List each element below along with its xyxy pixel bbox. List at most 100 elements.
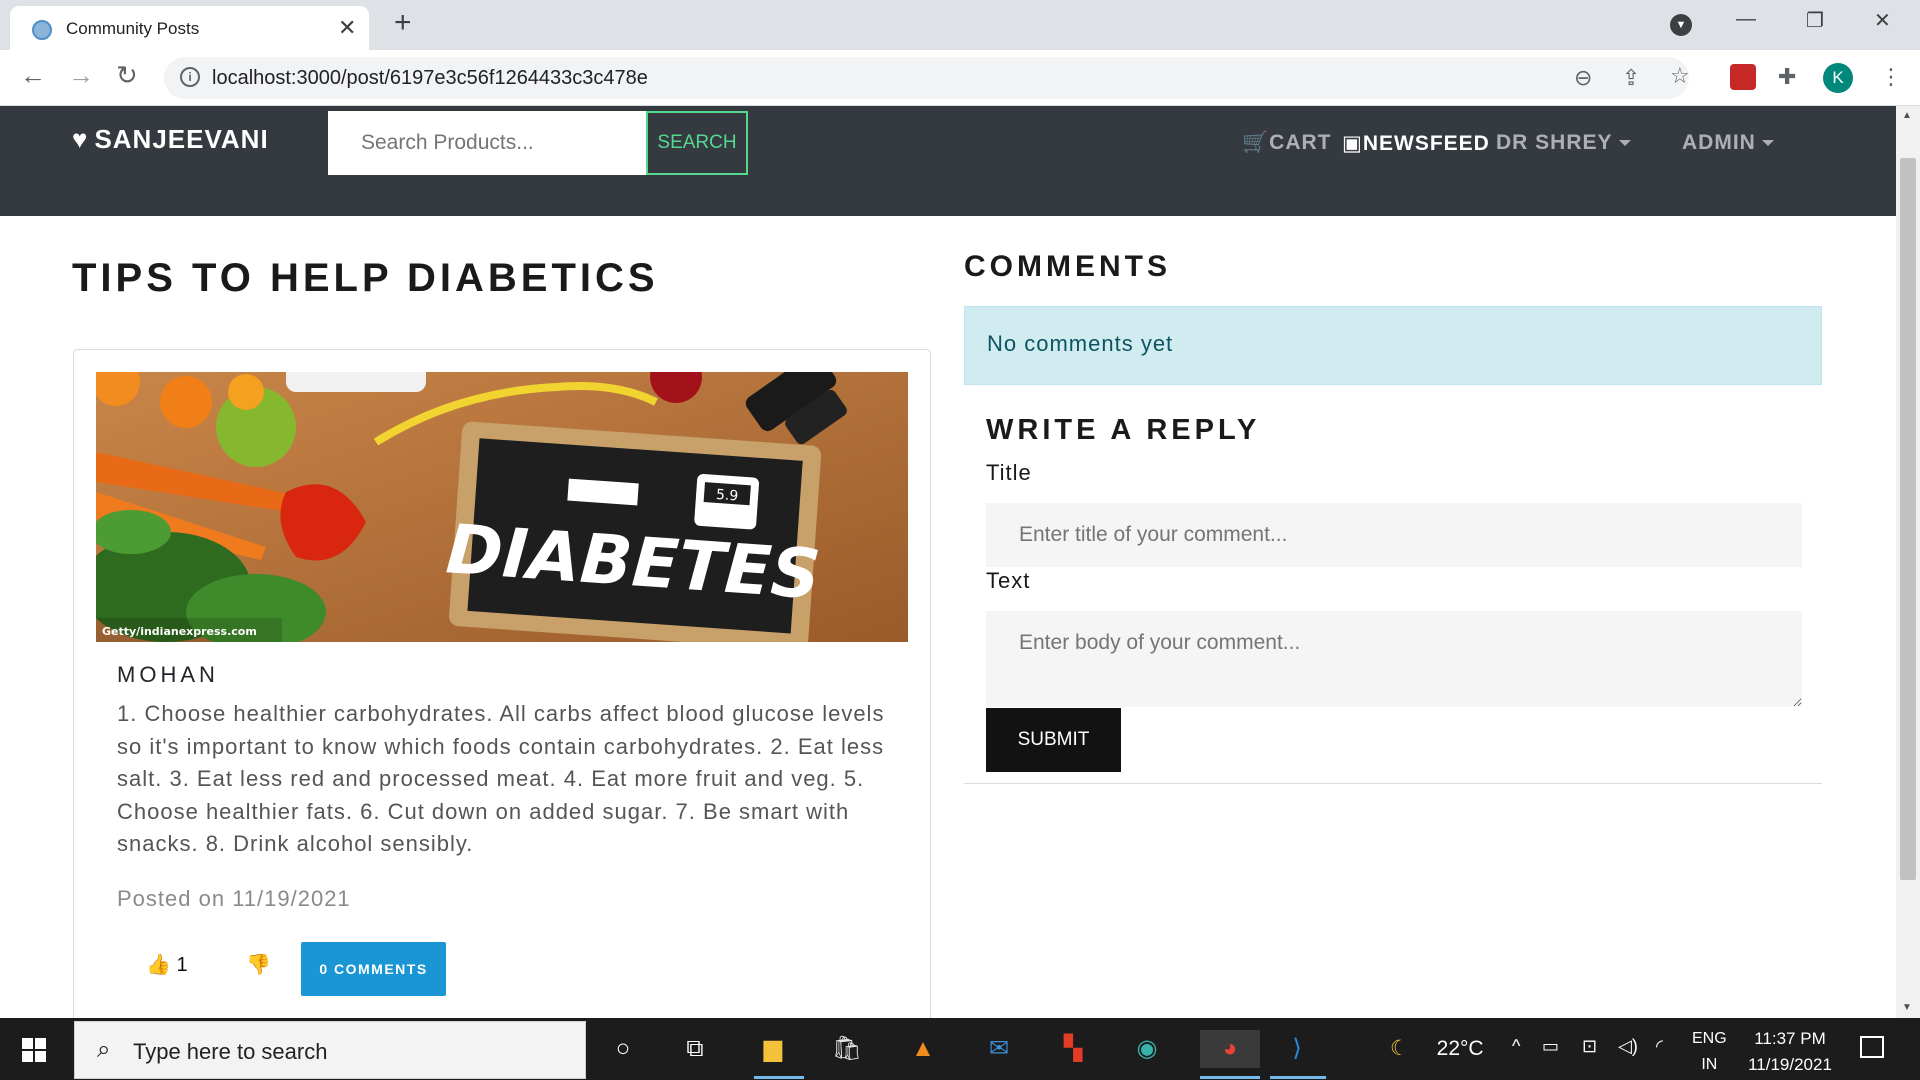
browser-tabstrip: Community Posts ✕ + ▼ — ❐ ✕ [0,0,1920,50]
region-code: IN [1701,1056,1718,1073]
close-tab-icon[interactable]: ✕ [338,15,356,41]
comment-text-label: Text [986,568,1031,593]
moon-cloud-icon: ☾ [1390,1037,1409,1060]
search-button[interactable]: SEARCH [646,111,748,175]
browser-menu-icon[interactable]: ⋮ [1880,64,1902,90]
system-clock[interactable]: 11:37 PM 11/19/2021 [1742,1026,1838,1078]
address-bar[interactable]: i localhost:3000/post/6197e3c56f1264433c… [164,57,1690,99]
glucose-reading: 5.9 [715,487,738,505]
comments-heading: COMMENTS [964,250,1171,283]
nav-cart[interactable]: 🛒CART [1242,131,1331,155]
nav-cart-label: CART [1269,131,1332,154]
rss-icon: ▣ [1342,132,1363,155]
mail-icon[interactable]: ✉ [980,1030,1018,1068]
globe-icon [32,20,52,40]
browser-tab-community-posts[interactable]: Community Posts ✕ [10,6,369,50]
thumbs-down-icon: 👎 [246,954,271,976]
cart-icon: 🛒 [1242,131,1270,154]
windows-taskbar: ⌕ Type here to search ○ ⧉ ▆ 🛍 ▲ ✉ ▚ ◉ ◕ … [0,1018,1920,1080]
minimize-button[interactable]: — [1736,8,1756,31]
taskbar-search-box[interactable]: ⌕ Type here to search [74,1021,586,1079]
site-info-icon[interactable]: i [180,67,200,87]
vscode-icon[interactable]: ⟩ [1278,1030,1316,1068]
language-indicator[interactable]: ENG IN [1692,1026,1727,1078]
dislike-button[interactable]: 👎 [246,952,271,977]
clock-date: 11/19/2021 [1748,1055,1832,1074]
nav-admin-dropdown[interactable]: ADMIN [1682,131,1774,155]
like-count: 1 [176,954,188,976]
browser-toolbar: ← → ↻ i localhost:3000/post/6197e3c56f12… [0,50,1920,106]
vscode-indicator [1270,1076,1326,1079]
nav-admin-label: ADMIN [1682,131,1756,154]
page-scrollbar[interactable]: ▲ ▼ [1896,106,1920,1018]
temperature: 22°C [1436,1037,1484,1060]
no-comments-alert: No comments yet [964,306,1822,385]
divider [964,783,1822,784]
scroll-up-arrow-icon[interactable]: ▲ [1902,110,1912,121]
vlc-icon[interactable]: ▲ [904,1030,942,1068]
tray-expand-icon[interactable]: ^ [1512,1036,1520,1057]
submit-comment-button[interactable]: SUBMIT [986,708,1121,772]
comment-body-textarea[interactable] [986,611,1802,707]
brand-name: SANJEEVANI [94,124,269,154]
forward-arrow-icon[interactable]: → [68,60,94,91]
cortana-icon[interactable]: ○ [604,1030,642,1068]
caret-down-icon [1761,140,1774,147]
windows-start-icon[interactable] [22,1038,46,1062]
task-view-icon[interactable]: ⧉ [676,1030,714,1068]
nav-newsfeed-label: NEWSFEED [1362,132,1490,155]
wifi-icon[interactable]: ◜ [1656,1036,1663,1057]
nav-user-dropdown[interactable]: DR SHREY [1496,131,1631,155]
nav-user-label: DR SHREY [1496,131,1613,154]
post-image: DIABETES 5.9 Getty/indianexpress.com [96,372,908,642]
new-tab-button[interactable]: + [394,6,412,40]
file-explorer-icon[interactable]: ▆ [754,1030,792,1068]
site-navbar: ♥SANJEEVANI SEARCH 🛒CART ▣NEWSFEED DR SH… [0,106,1896,216]
bookmark-star-icon[interactable]: ☆ [1670,63,1690,89]
restore-button[interactable]: ❐ [1806,8,1824,33]
network-status-icon[interactable]: ⊡ [1582,1036,1597,1057]
clock-time: 11:37 PM [1754,1029,1826,1048]
heartbeat-icon: ♥ [72,124,89,154]
scroll-down-arrow-icon[interactable]: ▼ [1902,1002,1912,1013]
comment-title-input[interactable] [986,503,1802,567]
comments-count-button[interactable]: 0 COMMENTS [301,942,446,996]
url-text[interactable]: localhost:3000/post/6197e3c56f1264433c3c… [212,67,648,90]
post-date: Posted on 11/19/2021 [117,886,351,911]
store-icon[interactable]: 🛍 [828,1030,866,1068]
taskbar-search-placeholder: Type here to search [133,1039,328,1064]
share-icon[interactable]: ⇪ [1622,65,1640,91]
profile-avatar[interactable]: K [1823,63,1853,93]
chrome-indicator [1200,1076,1260,1079]
back-arrow-icon[interactable]: ← [20,60,46,91]
write-reply-heading: WRITE A REPLY [986,414,1261,446]
volume-icon[interactable]: ◁) [1618,1036,1638,1057]
brand-logo[interactable]: ♥ SANJEEVANI [72,124,269,155]
notification-center-icon[interactable] [1860,1036,1884,1058]
page-viewport: ♥SANJEEVANI SEARCH 🛒CART ▣NEWSFEED DR SH… [0,106,1896,1018]
thumbs-up-icon: 👍 [146,954,171,976]
edge-icon[interactable]: ◉ [1128,1030,1166,1068]
reload-icon[interactable]: ↻ [116,60,138,91]
window-close-button[interactable]: ✕ [1874,8,1891,33]
extension-icon[interactable] [1730,64,1756,90]
search-icon: ⌕ [97,1036,111,1063]
scrollbar-thumb[interactable] [1900,158,1916,880]
post-title: TIPS TO HELP DIABETICS [72,256,659,300]
product-search-input[interactable] [328,111,646,175]
like-button[interactable]: 👍 1 [146,952,188,977]
zoom-icon[interactable]: ⊖ [1574,65,1592,91]
battery-icon[interactable]: ▭ [1542,1036,1559,1057]
office-icon[interactable]: ▚ [1054,1030,1092,1068]
post-author: MOHAN [117,662,219,687]
language-code: ENG [1692,1030,1727,1047]
chrome-icon[interactable]: ◕ [1200,1030,1260,1068]
tab-search-dropdown-icon[interactable]: ▼ [1670,14,1692,36]
file-explorer-indicator [754,1076,804,1079]
diabetes-illustration: DIABETES 5.9 Getty/indianexpress.com [96,372,908,642]
weather-widget[interactable]: ☾ 22°C [1390,1036,1484,1061]
comment-title-label: Title [986,460,1032,485]
nav-newsfeed[interactable]: ▣NEWSFEED [1342,131,1490,156]
tab-title: Community Posts [66,19,200,38]
extensions-puzzle-icon[interactable]: ✚ [1778,64,1796,90]
